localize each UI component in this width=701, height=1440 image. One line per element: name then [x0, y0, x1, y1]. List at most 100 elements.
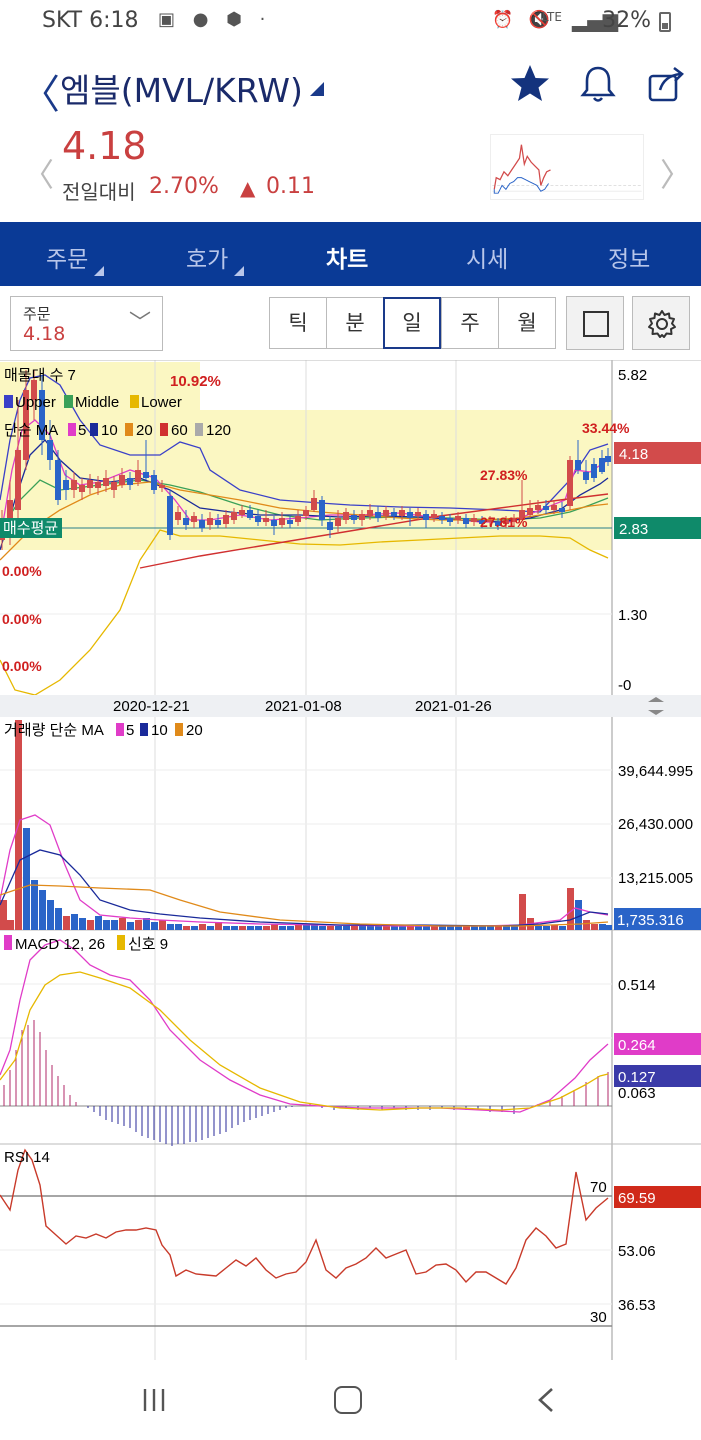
period-tick-button[interactable]: 틱	[269, 297, 327, 349]
change-arrow: ▲	[240, 176, 256, 200]
period-day-button[interactable]: 일	[383, 297, 441, 349]
volume-bar	[351, 926, 358, 930]
vol-ma20-line	[0, 884, 609, 927]
bb-lower-swatch	[130, 395, 139, 408]
macd-swatch	[4, 935, 12, 950]
rsi-y-tick: 53.06	[618, 1243, 656, 1260]
carrier-time: SKT 6:18	[42, 8, 139, 33]
tab-order[interactable]: 주문	[46, 240, 88, 274]
candle-body	[119, 475, 125, 485]
candle-body	[239, 510, 245, 515]
candle-body	[463, 518, 469, 524]
candle-body	[375, 512, 381, 518]
prev-coin-icon[interactable]: 〈	[22, 150, 54, 196]
volume-bar	[111, 920, 118, 930]
back-chevron-icon[interactable]: 〈	[20, 62, 60, 120]
macd-line	[0, 939, 609, 1113]
macd-signal-line	[0, 971, 609, 1111]
ma60-legend: 60	[171, 422, 188, 439]
tab-market-price[interactable]: 시세	[466, 240, 508, 274]
ma10-swatch	[90, 423, 98, 436]
candle-body	[559, 508, 565, 512]
fullscreen-button[interactable]	[566, 296, 624, 350]
candle-body	[111, 482, 117, 490]
tab-order-caret-icon	[94, 266, 104, 276]
candle-body	[543, 506, 549, 510]
chart-area[interactable]: 매물대 수 7 10.92% Upper Middle Lower 단순 MA …	[0, 360, 701, 1360]
period-month-button[interactable]: 월	[498, 297, 556, 349]
vol-ma20-legend: 20	[186, 722, 203, 739]
change-label: 전일대비	[62, 180, 136, 204]
market-dropdown-icon[interactable]	[310, 82, 324, 96]
candle-body	[439, 516, 445, 520]
candle-body	[367, 510, 373, 516]
candle-body	[527, 508, 533, 515]
volume-bar	[151, 922, 158, 930]
candle-body	[127, 478, 133, 485]
candle-body	[605, 456, 611, 462]
volume-bar	[375, 926, 382, 930]
volume-bar	[535, 926, 542, 930]
macd-signal-legend: 신호 9	[128, 936, 168, 953]
tab-info[interactable]: 정보	[608, 240, 650, 274]
volume-y-tick: 13,215.005	[618, 870, 693, 887]
bb-lower-legend: Lower	[141, 394, 182, 411]
volume-tag: 1,735.316	[617, 912, 684, 929]
ma5-swatch	[68, 423, 76, 436]
recent-apps-icon[interactable]	[140, 1386, 168, 1414]
volume-profile-title: 매물대 수 7	[4, 367, 76, 384]
volume-bar	[207, 926, 214, 930]
share-icon[interactable]	[644, 62, 688, 106]
select-value: 4.18	[23, 323, 66, 345]
candle-body	[207, 518, 213, 525]
chart-settings-button[interactable]	[632, 296, 690, 350]
vol-ma5-swatch	[116, 723, 124, 736]
battery-percent: 32%	[602, 8, 651, 33]
candle-body	[247, 510, 253, 518]
notification-bell-icon[interactable]	[576, 62, 620, 106]
candle-body	[383, 510, 389, 516]
change-value: 0.11	[266, 174, 315, 199]
home-icon[interactable]	[334, 1386, 362, 1414]
candle-body	[295, 516, 301, 522]
market-title[interactable]: 엠블(MVL/KRW)	[60, 64, 303, 112]
volume-bar	[583, 920, 590, 930]
candle-body	[575, 460, 581, 470]
candle-body	[231, 512, 237, 520]
bb-middle-legend: Middle	[75, 394, 119, 411]
volume-bar	[175, 924, 182, 930]
signal-swatch	[117, 935, 125, 950]
volume-bar	[127, 922, 134, 930]
candle-body	[223, 515, 229, 524]
rsi-y-tick: 70	[590, 1179, 607, 1196]
volume-bar	[71, 914, 78, 930]
volume-bar	[327, 926, 334, 930]
ma120-swatch	[195, 423, 203, 436]
back-icon[interactable]	[534, 1386, 558, 1414]
battery-icon	[659, 12, 671, 32]
rsi-line	[0, 1148, 609, 1285]
volume-bar	[343, 926, 350, 930]
period-week-button[interactable]: 주	[441, 297, 499, 349]
candle-body	[583, 472, 589, 480]
candle-body	[599, 458, 605, 472]
candle-body	[271, 520, 277, 526]
volume-bar	[191, 926, 198, 930]
date-label: 2021-01-08	[265, 698, 342, 715]
bb-upper-swatch	[4, 395, 13, 408]
status-bar: SKT 6:18 ▣ ● ⬢ · ⏰ 🔇 LTE ▂▄▆ 32%	[0, 0, 701, 46]
date-label: 2021-01-26	[415, 698, 492, 715]
candle-body	[399, 510, 405, 516]
gear-icon	[648, 310, 676, 338]
next-coin-icon[interactable]: 〉	[660, 150, 692, 196]
tab-orderbook[interactable]: 호가	[186, 240, 228, 274]
tab-orderbook-caret-icon	[234, 266, 244, 276]
volume-bar	[199, 924, 206, 930]
period-minute-button[interactable]: 분	[326, 297, 384, 349]
favorite-star-icon[interactable]	[508, 62, 552, 106]
volume-bar	[79, 918, 86, 930]
chart-type-select[interactable]: 주문 4.18 ﹀	[10, 296, 163, 351]
avg-price-label: 매수평균	[3, 519, 58, 537]
tab-chart[interactable]: 차트	[326, 240, 368, 274]
candle-body	[103, 478, 109, 486]
